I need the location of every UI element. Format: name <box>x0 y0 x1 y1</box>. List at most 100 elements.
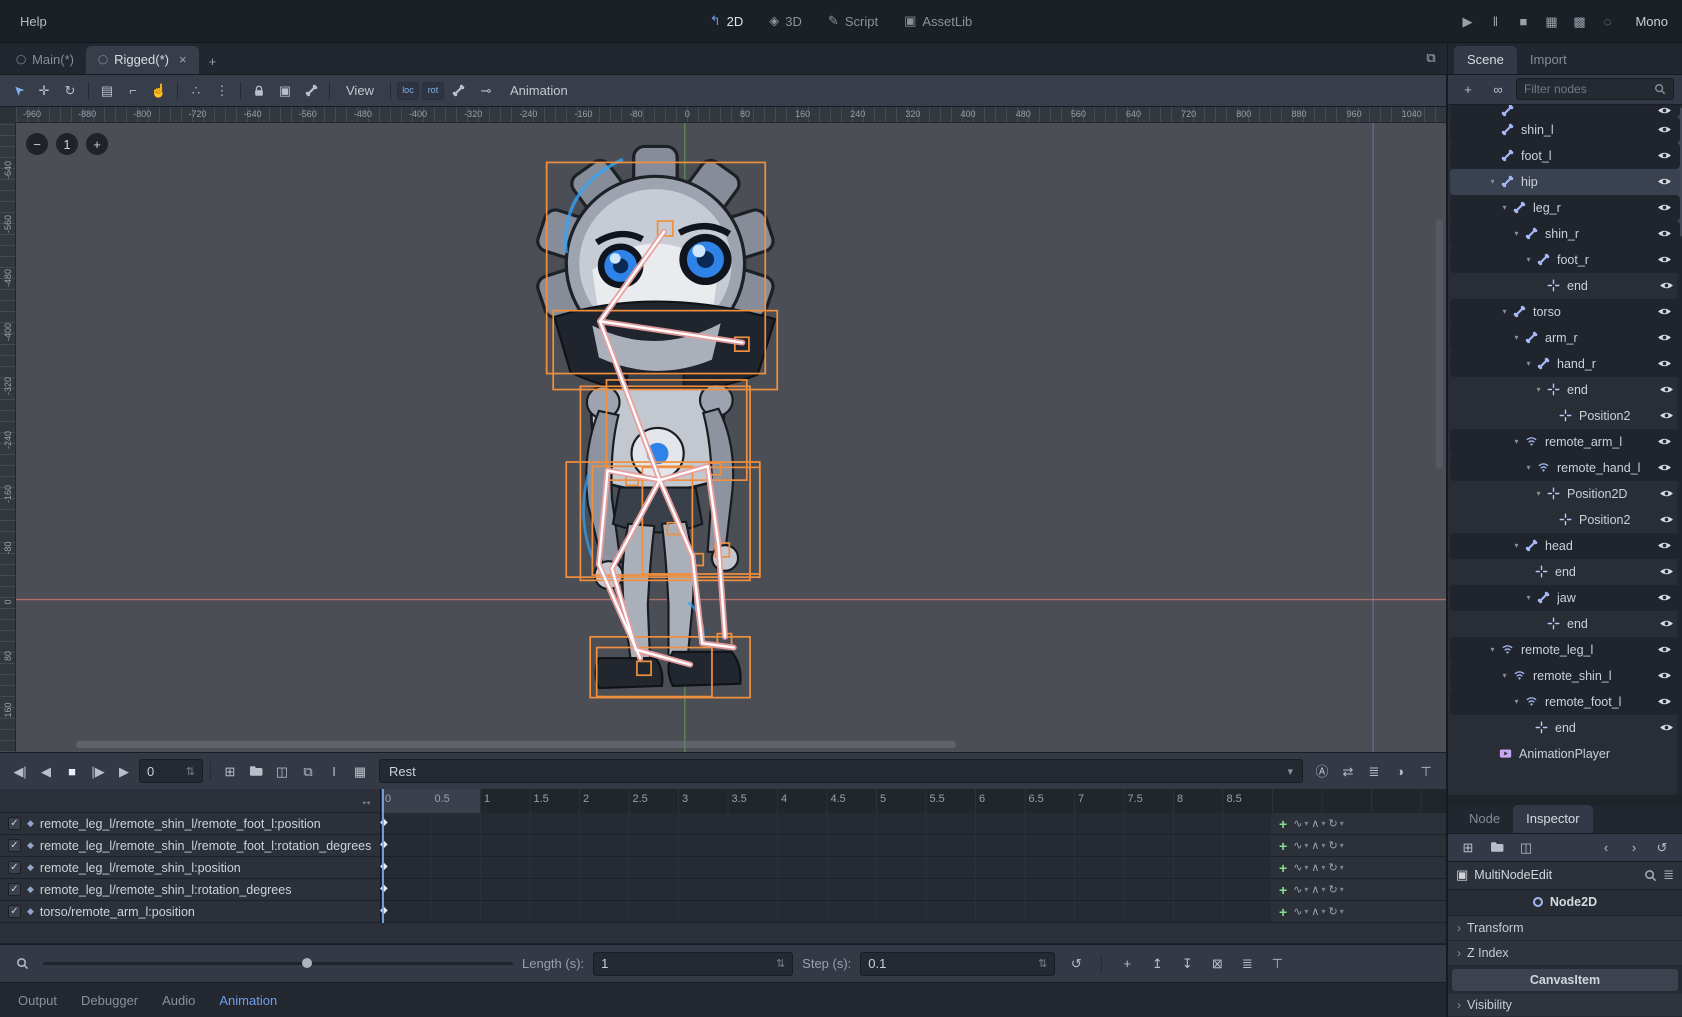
bottom-tab-audio[interactable]: Audio <box>162 993 195 1008</box>
visibility-eye-icon[interactable] <box>1657 105 1672 116</box>
autoplay-on-load-button[interactable]: Ⓐ <box>1310 759 1334 783</box>
collapse-arrow-icon[interactable]: ▾ <box>1532 385 1545 394</box>
play-scene-button[interactable]: ▦ <box>1539 9 1563 33</box>
insert-key-button[interactable]: ⊸ <box>474 79 498 103</box>
add-node-button[interactable]: + <box>1456 77 1480 101</box>
timeline-playhead[interactable] <box>382 789 384 923</box>
track-enabled-checkbox[interactable]: ✓ <box>8 839 21 852</box>
workspace-assetlib[interactable]: ▣AssetLib <box>894 9 982 33</box>
visibility-eye-icon[interactable] <box>1657 332 1672 343</box>
timeline-zoom-slider[interactable] <box>43 962 513 965</box>
scene-tab-main[interactable]: ◯Main(*) <box>4 46 86 74</box>
save-animation-button[interactable]: ◫ <box>270 759 294 783</box>
spinbox-arrows-icon[interactable]: ⇅ <box>776 957 785 970</box>
tree-node-head[interactable]: ▾head <box>1450 533 1680 559</box>
tree-node-end[interactable]: end <box>1448 611 1682 637</box>
zoom-out-button[interactable]: − <box>26 133 48 155</box>
tree-node-jaw[interactable]: ▾jaw <box>1450 585 1680 611</box>
interpolation-mode-dropdown[interactable]: ∧▾ <box>1311 905 1325 918</box>
interpolation-mode-dropdown[interactable]: ∧▾ <box>1311 883 1325 896</box>
visibility-eye-icon[interactable] <box>1659 280 1674 291</box>
loop-animation-button[interactable]: ↺ <box>1064 952 1088 976</box>
edited-object-row[interactable]: ▣ MultiNodeEdit ≣ <box>1448 862 1682 890</box>
new-animation-button[interactable]: ⊞ <box>218 759 242 783</box>
timeline-ruler[interactable]: 00.511.522.533.544.555.566.577.588.5 <box>380 789 1446 813</box>
dock-tab-scene[interactable]: Scene <box>1454 46 1517 74</box>
step-spinbox[interactable]: 0.1 ⇅ <box>860 952 1055 976</box>
duplicate-animation-button[interactable]: ⧉ <box>296 759 320 783</box>
pin-panel-button[interactable]: ⊤ <box>1414 759 1438 783</box>
play-custom-scene-button[interactable]: ▩ <box>1567 9 1591 33</box>
new-tab-button[interactable]: + <box>199 49 227 74</box>
load-resource-button[interactable] <box>1485 835 1509 859</box>
section-transform[interactable]: ›Transform <box>1448 916 1682 941</box>
collapse-arrow-icon[interactable]: ▾ <box>1510 229 1523 238</box>
tree-node-remote_leg_l[interactable]: ▾remote_leg_l <box>1450 637 1680 663</box>
tree-node-Position2[interactable]: Position2 <box>1448 403 1682 429</box>
tree-node-Position2[interactable]: Position2 <box>1448 507 1682 533</box>
tree-node-shin_l[interactable]: shin_l <box>1450 117 1680 143</box>
loop-mode-dropdown[interactable]: ↻▾ <box>1329 861 1344 874</box>
section-visibility[interactable]: › Visibility <box>1448 994 1682 1017</box>
tree-node-shin_r[interactable]: ▾shin_r <box>1450 221 1680 247</box>
tree-node-torso[interactable]: ▾torso <box>1450 299 1680 325</box>
pin-button[interactable]: ⊤ <box>1265 952 1289 976</box>
collapse-arrow-icon[interactable]: ▾ <box>1510 697 1523 706</box>
add-key-button[interactable]: + <box>1279 816 1287 832</box>
tree-node-arm_r[interactable]: ▾arm_r <box>1450 325 1680 351</box>
track-enabled-checkbox[interactable]: ✓ <box>8 817 21 830</box>
playback-position-spinbox[interactable]: 0 ⇅ <box>139 759 203 783</box>
update-mode-dropdown[interactable]: ∿▾ <box>1293 817 1308 830</box>
tree-node-remote_hand_l[interactable]: ▾remote_hand_l <box>1450 455 1680 481</box>
collapse-arrow-icon[interactable]: ▾ <box>1498 671 1511 680</box>
rename-animation-button[interactable]: I <box>322 759 346 783</box>
tree-node-leg_r[interactable]: ▾leg_r <box>1450 195 1680 221</box>
play-backwards-button[interactable]: ◀ <box>34 759 58 783</box>
rotate-tool-button[interactable]: ↻ <box>58 79 82 103</box>
slider-thumb[interactable] <box>302 958 312 968</box>
collapse-arrow-icon[interactable]: ▾ <box>1522 593 1535 602</box>
view-menu-button[interactable]: View <box>336 80 384 101</box>
inspector-tools-icon[interactable]: ≣ <box>1663 867 1674 883</box>
2d-viewport[interactable]: -960-880-800-720-640-560-480-400-320-240… <box>0 107 1446 752</box>
stop-button[interactable]: ■ <box>1511 9 1535 33</box>
stop-playback-button[interactable]: ■ <box>60 759 84 783</box>
visibility-eye-icon[interactable] <box>1659 384 1674 395</box>
visibility-eye-icon[interactable] <box>1657 202 1672 213</box>
visibility-eye-icon[interactable] <box>1659 618 1674 629</box>
tree-node-end[interactable]: ▾end <box>1448 377 1682 403</box>
collapse-arrow-icon[interactable]: ▾ <box>1522 255 1535 264</box>
tree-node-remote_shin_l[interactable]: ▾remote_shin_l <box>1450 663 1680 689</box>
new-resource-button[interactable]: ⊞ <box>1456 835 1480 859</box>
visibility-eye-icon[interactable] <box>1657 670 1672 681</box>
loop-mode-dropdown[interactable]: ↻▾ <box>1329 839 1344 852</box>
visibility-eye-icon[interactable] <box>1657 592 1672 603</box>
play-button[interactable]: ▶ <box>1455 9 1479 33</box>
visibility-eye-icon[interactable] <box>1657 644 1672 655</box>
loop-mode-dropdown[interactable]: ↻▾ <box>1329 883 1344 896</box>
select-tool-button[interactable]: ➤ <box>6 79 30 103</box>
track-timeline[interactable]: ◆ <box>380 835 1271 856</box>
bottom-tab-output[interactable]: Output <box>18 993 57 1008</box>
add-key-button[interactable]: + <box>1279 860 1287 876</box>
pan-tool-button[interactable]: ☝ <box>147 79 171 103</box>
interpolation-mode-dropdown[interactable]: ∧▾ <box>1311 839 1325 852</box>
robot-sprite[interactable] <box>535 146 776 688</box>
collapse-arrow-icon[interactable]: ▾ <box>1498 203 1511 212</box>
track-row[interactable]: ✓◆torso/remote_arm_l:position◆+∿▾∧▾↻▾ <box>0 901 1446 923</box>
tree-node-clipped[interactable] <box>1450 105 1680 117</box>
track-timeline[interactable]: ◆ <box>380 857 1271 878</box>
ruler-mode-button[interactable]: ⌐ <box>121 79 145 103</box>
collapse-arrow-icon[interactable]: ▾ <box>1510 333 1523 342</box>
update-mode-dropdown[interactable]: ∿▾ <box>1293 839 1308 852</box>
dock-tab-import[interactable]: Import <box>1517 46 1580 74</box>
history-back-button[interactable]: ‹ <box>1594 835 1618 859</box>
scene-tab-rigged[interactable]: ◯Rigged(*)× <box>86 46 199 74</box>
visibility-eye-icon[interactable] <box>1659 566 1674 577</box>
interpolation-mode-dropdown[interactable]: ∧▾ <box>1311 817 1325 830</box>
track-timeline[interactable]: ◆ <box>380 901 1271 922</box>
collapse-arrow-icon[interactable]: ▾ <box>1510 437 1523 446</box>
bottom-tab-debugger[interactable]: Debugger <box>81 993 138 1008</box>
viewport-canvas[interactable] <box>16 123 1446 752</box>
filter-nodes-input[interactable]: Filter nodes <box>1516 78 1674 100</box>
